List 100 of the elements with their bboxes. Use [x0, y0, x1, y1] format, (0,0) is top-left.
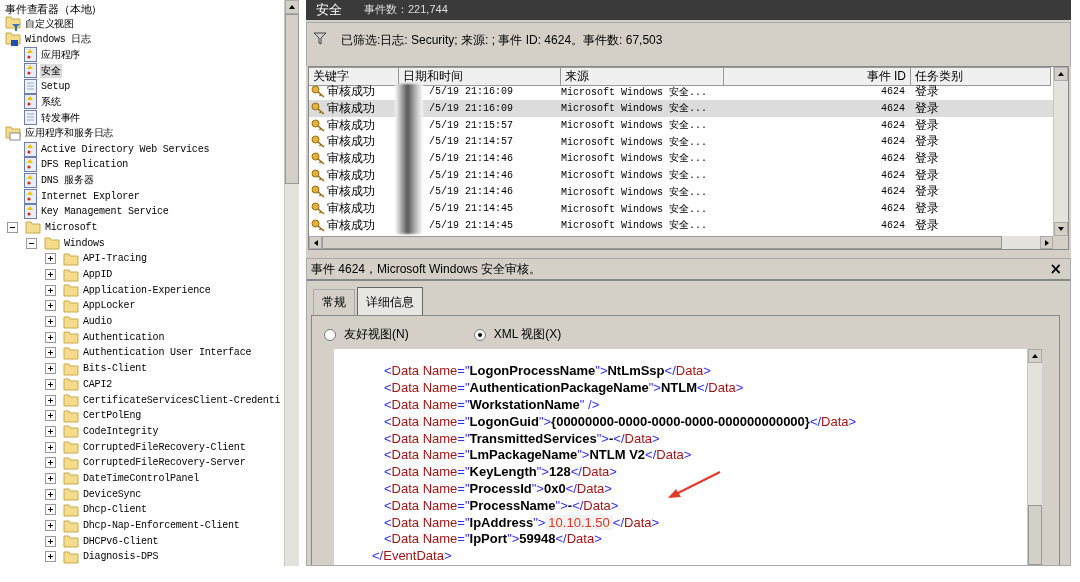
column-header[interactable]: 来源 [561, 67, 724, 87]
radio-icon[interactable] [473, 328, 486, 341]
event-row[interactable]: 审核成功 /5/19 21:14:45 Microsoft Windows 安全... 4624 登录 [309, 216, 1053, 234]
expand-toggle[interactable] [45, 253, 56, 265]
close-button[interactable]: × [1049, 260, 1062, 279]
expand-toggle[interactable] [45, 410, 56, 422]
tree-item[interactable]: Diagnosis-DPS [82, 551, 160, 563]
tree-item[interactable]: AppID [82, 269, 113, 281]
scrollbar[interactable] [1053, 67, 1068, 237]
xml-line: <Data Name="WorkstationName" /> [383, 397, 600, 414]
tree-item[interactable]: Application-Experience [82, 284, 212, 296]
expand-toggle[interactable] [45, 504, 56, 516]
expand-toggle[interactable] [45, 488, 56, 500]
expand-toggle[interactable] [45, 441, 56, 453]
expand-toggle[interactable] [45, 394, 56, 406]
tree-item[interactable]: 应用程序和服务日志 [24, 126, 115, 141]
folder-icon [63, 314, 79, 329]
table-cell: 审核成功 [327, 216, 375, 234]
tree-item[interactable]: CorruptedFileRecovery-Server [82, 457, 247, 469]
scroll-thumb[interactable] [1028, 505, 1042, 565]
folder-icon [63, 424, 79, 439]
table-cell-text: 4624 [880, 169, 906, 181]
event-row[interactable]: 审核成功 /5/19 21:14:45 Microsoft Windows 安全... 4624 登录 [309, 200, 1053, 217]
scrollbar[interactable] [1027, 349, 1042, 565]
radio-icon[interactable] [324, 328, 336, 341]
table-cell: 审核成功 [327, 99, 375, 117]
view-radio[interactable]: XML 视图(X) [473, 326, 562, 344]
tree-item[interactable]: DeviceSync [82, 488, 142, 500]
tree-item[interactable]: DNS 服务器 [40, 173, 95, 188]
key-icon [311, 168, 325, 182]
event-row[interactable]: 审核成功 /5/19 21:16:09 Microsoft Windows 安全... 4624 登录 [309, 99, 1053, 117]
expand-toggle[interactable] [45, 300, 56, 312]
tree-item[interactable]: Windows 日志 [24, 32, 92, 47]
tree-item[interactable]: DateTimeControlPanel [82, 472, 201, 484]
tree-item[interactable]: Authentication User Interface [82, 347, 253, 359]
tree-item[interactable]: Authentication [82, 331, 166, 343]
tree-item[interactable]: Dhcp-Nap-Enforcement-Client [82, 520, 241, 532]
expand-toggle[interactable] [45, 378, 56, 390]
expand-toggle[interactable] [45, 535, 56, 547]
collapse-toggle[interactable] [26, 237, 37, 249]
tree-item[interactable]: DFS Replication [40, 159, 129, 171]
event-row[interactable]: 审核成功 /5/19 21:14:46 Microsoft Windows 安全... 4624 登录 [309, 183, 1053, 200]
tree-item[interactable]: CertificateServicesClient-Credenti [82, 394, 282, 406]
event-row[interactable]: 审核成功 /5/19 21:15:57 Microsoft Windows 安全... 4624 登录 [309, 116, 1053, 134]
tree-root[interactable]: 事件查看器（本地） [0, 0, 284, 16]
log-title: 安全 [316, 0, 342, 19]
folder-icon [63, 471, 79, 486]
column-header[interactable]: 事件 ID [724, 67, 911, 87]
tree-item[interactable]: Internet Explorer [40, 190, 141, 202]
key-icon [311, 118, 325, 132]
tree-item[interactable]: DHCPv6-Client [82, 535, 160, 547]
event-row[interactable]: 审核成功 /5/19 21:14:57 Microsoft Windows 安全... 4624 登录 [309, 133, 1053, 150]
filter-summary: 已筛选:日志: Security; 来源: ; 事件 ID: 4624。事件数: 67,503 [341, 31, 663, 49]
column-header[interactable]: 日期和时间 [399, 67, 561, 87]
table-cell-text: Microsoft Windows 安全... [561, 118, 709, 133]
tree-item[interactable]: 自定义视图 [24, 16, 75, 31]
expand-toggle[interactable] [45, 363, 56, 375]
expand-toggle[interactable] [45, 457, 56, 469]
tree-item[interactable]: 安全 [40, 63, 62, 78]
tree-item[interactable]: CertPolEng [82, 410, 142, 422]
tree-item[interactable]: API-Tracing [82, 253, 148, 265]
table-cell-text: Microsoft Windows 安全... [561, 85, 709, 99]
tree-item[interactable]: Active Directory Web Services [40, 143, 211, 155]
expand-toggle[interactable] [45, 425, 56, 437]
expand-toggle[interactable] [45, 551, 56, 563]
tree-item[interactable]: 应用程序 [40, 47, 82, 62]
event-row[interactable]: 审核成功 /5/19 21:14:46 Microsoft Windows 安全... 4624 登录 [309, 166, 1053, 184]
tree-item[interactable]: Windows [63, 237, 106, 249]
scroll-thumb[interactable] [285, 14, 299, 184]
tree-item[interactable]: Bits-Client [82, 363, 148, 375]
event-row[interactable]: 审核成功 /5/19 21:14:46 Microsoft Windows 安全... 4624 登录 [309, 149, 1053, 167]
tree-item[interactable]: Setup [40, 80, 71, 92]
table-cell-text: /5/19 21:14:45 [428, 219, 514, 231]
tree-item[interactable]: Audio [82, 316, 113, 328]
tree-item[interactable]: 系统 [40, 94, 62, 109]
tab[interactable]: 常规 [313, 289, 355, 316]
expand-toggle[interactable] [45, 316, 56, 328]
tab[interactable]: 详细信息 [357, 287, 423, 316]
tree-item[interactable]: CAPI2 [82, 378, 113, 390]
expand-toggle[interactable] [45, 269, 56, 281]
key-icon [311, 218, 325, 232]
tree-item[interactable]: CorruptedFileRecovery-Client [82, 441, 247, 453]
tree-item[interactable]: Microsoft [44, 221, 99, 233]
view-radio[interactable]: 友好视图(N) [324, 326, 409, 344]
tree-item[interactable]: Dhcp-Client [82, 504, 148, 516]
annotation-arrow [666, 470, 722, 501]
xml-line: <Data Name="LogonProcessName">NtLmSsp</Data> [383, 363, 711, 381]
expand-toggle[interactable] [45, 520, 56, 532]
scrollbar[interactable] [284, 0, 299, 566]
tree-item[interactable]: CodeIntegrity [82, 425, 160, 437]
expand-toggle[interactable] [45, 472, 56, 484]
expand-toggle[interactable] [45, 347, 56, 359]
xml-line: <Data Name="KeyLength">128</Data> [383, 464, 617, 481]
tree-item[interactable]: Key Management Service [40, 206, 170, 218]
filter-icon [313, 31, 327, 45]
collapse-toggle[interactable] [7, 221, 18, 233]
tree-item[interactable]: AppLocker [82, 300, 137, 312]
expand-toggle[interactable] [45, 331, 56, 343]
tree-item[interactable]: 转发事件 [40, 110, 82, 125]
expand-toggle[interactable] [45, 284, 56, 296]
